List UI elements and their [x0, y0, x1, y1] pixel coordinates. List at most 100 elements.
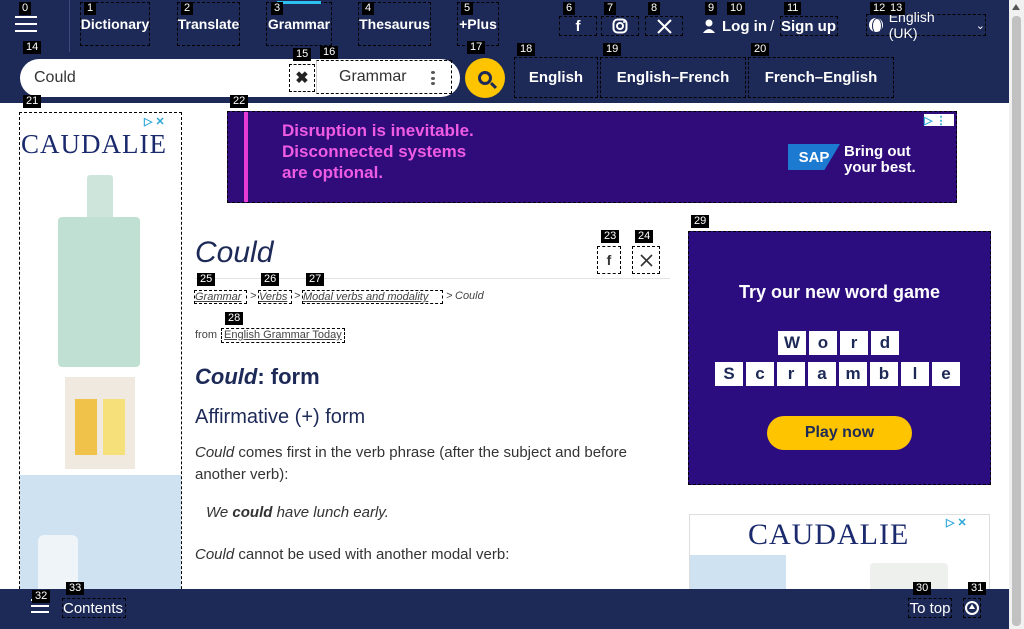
word-game-title: Try our new word game	[738, 282, 941, 302]
globe-icon	[869, 18, 883, 34]
instagram-link[interactable]	[601, 16, 639, 36]
to-top-link[interactable]: To top	[908, 598, 952, 618]
top-nav	[0, 0, 1009, 52]
index-badge: 31	[968, 582, 987, 595]
play-now-button[interactable]: Play now	[767, 416, 912, 450]
login-link[interactable]: Log in	[722, 16, 767, 36]
user-icon	[703, 16, 715, 36]
clear-search-button[interactable]: ✖	[289, 64, 315, 92]
x-link[interactable]	[645, 16, 683, 36]
word-tile: W	[778, 331, 806, 355]
word-tile: a	[808, 362, 836, 386]
source-label: from	[195, 329, 217, 341]
search-button[interactable]	[465, 58, 505, 98]
dict-tab-english[interactable]: English	[514, 57, 598, 98]
index-badge: 20	[751, 43, 770, 56]
ad-brand-logo: CAUDALIE	[748, 518, 910, 551]
breadcrumb-separator: >	[294, 290, 301, 302]
language-selector[interactable]: English (UK) ⌄	[866, 9, 986, 41]
left-ad[interactable]: ▷ ✕ CAUDALIE	[19, 112, 182, 629]
word-tile: e	[932, 362, 960, 386]
ad-brand-logo: CAUDALIE	[21, 129, 167, 159]
word-game-ad[interactable]: Try our new word game W o r d S c r a m …	[688, 231, 991, 485]
share-x-button[interactable]	[632, 246, 660, 274]
sap-logo: SAP	[788, 144, 840, 170]
login-separator: /	[770, 17, 775, 35]
index-badge: 22	[230, 95, 249, 108]
to-top-button[interactable]	[963, 598, 981, 618]
contents-button[interactable]: Contents	[62, 598, 126, 618]
search-input[interactable]	[34, 66, 284, 90]
index-badge: 26	[261, 273, 280, 286]
dictionary-select-value: Grammar	[339, 68, 407, 85]
instagram-icon	[612, 18, 628, 34]
index-badge: 11	[784, 2, 802, 15]
paragraph: Could cannot be used with another modal …	[195, 546, 510, 563]
ad-choices-icon[interactable]: ▷ ✕	[144, 115, 170, 128]
index-badge: 33	[66, 582, 85, 595]
index-badge: 13	[887, 2, 906, 15]
scrollbar[interactable]	[1009, 0, 1024, 629]
bottom-bar	[0, 589, 1009, 629]
index-badge: 30	[913, 582, 932, 595]
index-badge: 19	[603, 43, 622, 56]
word-tile: b	[870, 362, 898, 386]
product-bottle-image	[58, 217, 140, 367]
facebook-link[interactable]: f	[559, 16, 597, 36]
x-icon	[656, 18, 672, 34]
top-banner-ad[interactable]: Disruption is inevitable. Disconnected s…	[227, 111, 957, 203]
source-link[interactable]: English Grammar Today	[221, 328, 345, 343]
index-badge: 3	[271, 2, 284, 15]
menu-icon	[15, 16, 37, 32]
x-icon	[639, 253, 653, 267]
index-badge: 16	[320, 46, 339, 59]
index-badge: 18	[517, 43, 536, 56]
facebook-icon: f	[575, 17, 581, 35]
index-badge: 21	[23, 95, 42, 108]
dict-tab-english-french[interactable]: English–French	[600, 57, 746, 98]
index-badge: 5	[461, 2, 474, 15]
banner-stripe	[244, 112, 248, 202]
index-badge: 1	[84, 2, 97, 15]
index-badge: 23	[601, 230, 620, 243]
sap-tagline: Bring out your best.	[844, 143, 916, 176]
arrow-up-circle-icon	[965, 601, 979, 615]
index-badge: 14	[23, 41, 42, 54]
index-badge: 9	[705, 2, 718, 15]
dictionary-select[interactable]: Grammar	[316, 60, 452, 94]
index-badge: 15	[293, 48, 312, 61]
breadcrumb-separator: >	[250, 290, 257, 302]
search-icon	[478, 71, 492, 85]
index-badge: 24	[635, 230, 654, 243]
breadcrumb-separator: >	[446, 290, 453, 302]
word-tile: c	[746, 362, 774, 386]
close-icon: ✖	[295, 70, 309, 87]
section-heading: Could: form	[195, 364, 320, 389]
ad-choices-icon[interactable]: ▷ ⋮	[924, 114, 954, 127]
word-tile: d	[871, 331, 899, 355]
ad-choices-icon[interactable]: ▷ ✕	[946, 516, 972, 529]
scroll-up-arrow-icon[interactable]	[1012, 4, 1020, 10]
example-sentence: We could have lunch early.	[206, 504, 389, 521]
chevron-down-icon: ⌄	[975, 19, 985, 32]
index-badge: 32	[32, 590, 51, 603]
page: Dictionary Translate Grammar Thesaurus +…	[0, 0, 1024, 629]
index-badge: 25	[197, 273, 216, 286]
index-badge: 29	[691, 215, 710, 228]
nav-divider	[69, 0, 70, 52]
index-badge: 8	[648, 2, 661, 15]
subsection-heading: Affirmative (+) form	[195, 406, 366, 428]
breadcrumb-modal-verbs[interactable]: Modal verbs and modality	[302, 290, 443, 304]
index-badge: 28	[225, 312, 244, 325]
product-bottle-image	[87, 175, 113, 221]
breadcrumb-verbs[interactable]: Verbs	[258, 290, 292, 304]
signup-link[interactable]: Sign up	[780, 16, 838, 36]
breadcrumb-grammar[interactable]: Grammar	[194, 290, 247, 304]
share-facebook-button[interactable]: f	[597, 246, 621, 274]
scrollbar-thumb[interactable]	[1012, 16, 1021, 626]
dict-tab-french-english[interactable]: French–English	[748, 57, 894, 98]
index-badge: 27	[306, 273, 325, 286]
index-badge: 4	[362, 2, 375, 15]
index-badge: 17	[467, 41, 486, 54]
index-badge: 10	[727, 2, 746, 15]
